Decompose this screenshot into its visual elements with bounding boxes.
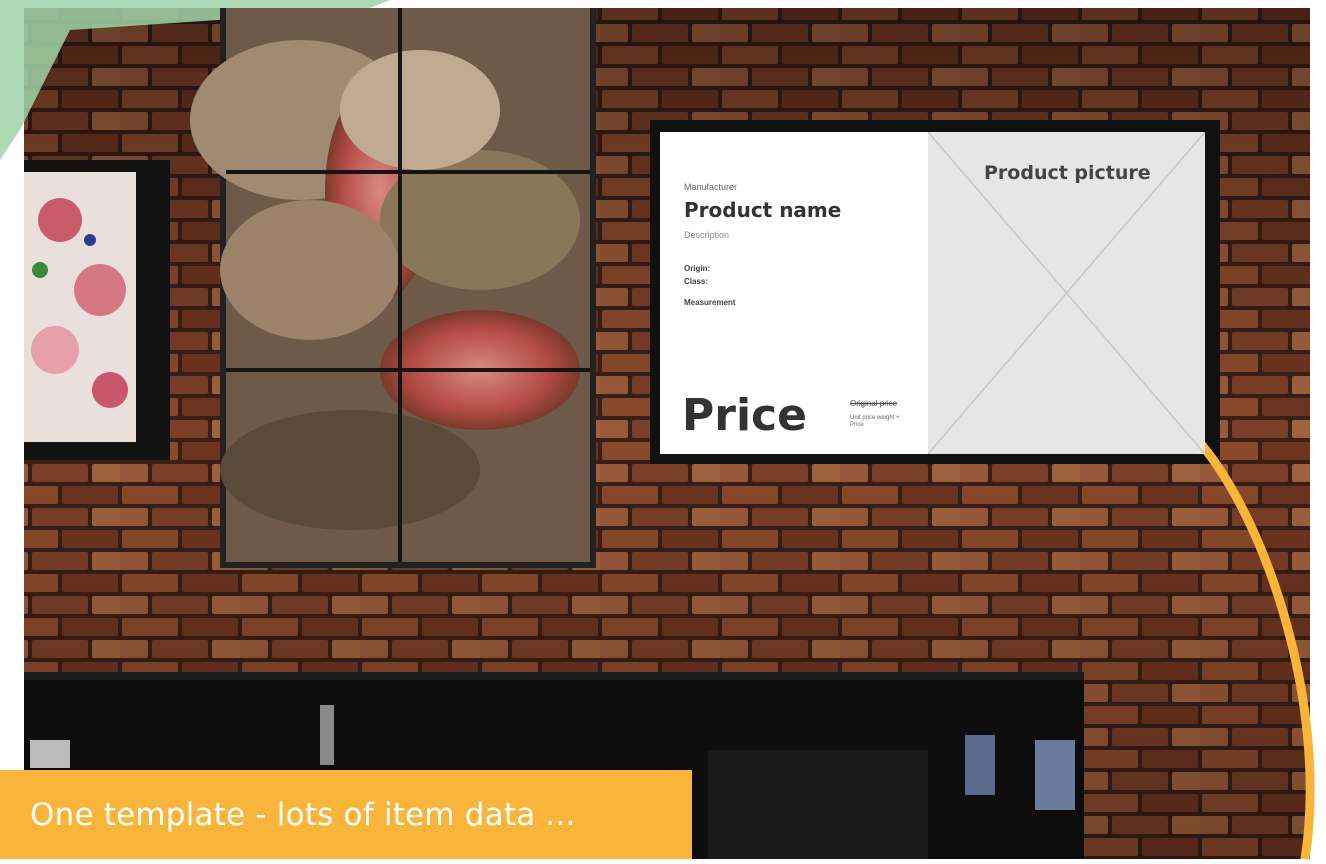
measurement-label: Measurement — [684, 298, 736, 307]
price-label: Price — [682, 390, 807, 441]
price-screen-template: Manufacturer Product name Description Or… — [660, 132, 1205, 454]
class-label: Class: — [684, 277, 709, 286]
caption-text: One template - lots of item data ... — [30, 796, 576, 833]
description-label: Description — [684, 230, 730, 240]
product-info-panel: Manufacturer Product name Description Or… — [660, 132, 928, 454]
product-name-label: Product name — [684, 198, 842, 222]
manufacturer-label: Manufacturer — [684, 182, 738, 192]
unit-price-label: Unit price weight + Price — [850, 415, 900, 428]
caption-bar: One template - lots of item data ... — [0, 770, 692, 859]
origin-label: Origin: — [684, 264, 711, 273]
original-price-label: Original price — [850, 399, 898, 408]
product-picture-label: Product picture — [984, 162, 1151, 184]
